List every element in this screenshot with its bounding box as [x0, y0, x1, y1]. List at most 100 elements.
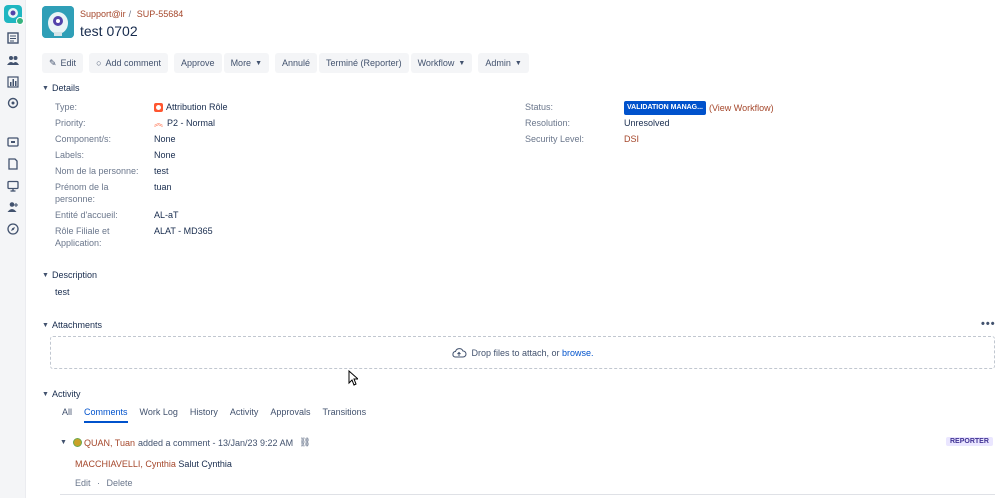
priority-value: ︽ P2 - Normal	[154, 117, 215, 129]
add-comment-label: Add comment	[105, 58, 162, 68]
issue-title[interactable]: test 0702	[80, 23, 138, 39]
app-logo[interactable]	[4, 5, 24, 25]
approve-label: Approve	[181, 58, 215, 68]
tab-history[interactable]: History	[190, 407, 218, 423]
divider	[60, 494, 995, 495]
reports-icon[interactable]	[6, 75, 20, 89]
comment-mention[interactable]: MACCHIAVELLI, Cynthia	[75, 459, 176, 469]
attachment-dropzone[interactable]: Drop files to attach, or browse.	[50, 336, 995, 369]
issue-type-icon	[154, 102, 163, 112]
termine-label: Terminé (Reporter)	[326, 58, 402, 68]
tab-work-log[interactable]: Work Log	[140, 407, 178, 423]
comment-icon: ○	[96, 58, 102, 68]
chevron-down-icon: ▼	[514, 59, 522, 67]
breadcrumb-issue-key[interactable]: SUP-55684	[137, 9, 184, 19]
details-section-toggle[interactable]: ▼ Details	[42, 83, 80, 93]
components-label: Component/s:	[55, 134, 112, 144]
compass-icon[interactable]	[6, 222, 20, 236]
comment-edit-link[interactable]: Edit	[75, 478, 91, 488]
breadcrumb: Support@ir / SUP-55684	[80, 9, 183, 19]
mouse-cursor-icon	[348, 370, 358, 386]
chevron-down-icon: ▼	[42, 84, 49, 92]
approve-button[interactable]: Approve	[174, 53, 222, 73]
comment-delete-link[interactable]: Delete	[107, 478, 133, 488]
workflow-button[interactable]: Workflow ▼	[410, 53, 473, 73]
annule-label: Annulé	[282, 58, 311, 68]
chevron-down-icon: ▼	[255, 59, 263, 67]
add-user-icon[interactable]	[6, 200, 20, 214]
security-level-value: DSI	[624, 134, 640, 144]
view-workflow-link[interactable]: (View Workflow)	[709, 102, 774, 114]
breadcrumb-project[interactable]: Support@ir	[80, 9, 126, 19]
priority-label: Priority:	[55, 118, 86, 128]
monitor-icon[interactable]	[6, 179, 20, 193]
nom-value: test	[154, 166, 169, 176]
description-section-toggle[interactable]: ▼ Description	[42, 270, 97, 280]
status-value: VALIDATION MANAG... (View Workflow)	[624, 101, 774, 115]
workflow-label: Workflow	[417, 58, 455, 68]
robot-avatar-icon	[42, 6, 74, 38]
annule-button[interactable]: Annulé	[275, 53, 318, 73]
project-avatar[interactable]	[42, 6, 74, 38]
settings-icon[interactable]	[6, 96, 20, 110]
queue-icon[interactable]	[6, 135, 20, 149]
comment-author[interactable]: QUAN, Tuan	[84, 438, 135, 448]
role-value: ALAT - MD365	[154, 226, 213, 236]
activity-section-toggle[interactable]: ▼ Activity	[42, 389, 81, 399]
description-text[interactable]: test	[55, 286, 70, 298]
type-value: Attribution Rôle	[154, 101, 228, 113]
global-sidebar	[0, 0, 26, 498]
details-heading: Details	[52, 83, 80, 93]
link-icon[interactable]: ⛓	[299, 437, 310, 448]
drop-files-text: Drop files to attach, or	[471, 347, 563, 358]
chevron-down-icon: ▼	[42, 321, 49, 329]
edit-button-label: Edit	[60, 58, 77, 68]
admin-button[interactable]: Admin ▼	[478, 53, 529, 73]
activity-tabs: All Comments Work Log History Activity A…	[62, 407, 378, 423]
attachments-more-icon[interactable]: •••	[981, 318, 996, 330]
termine-reporter-button[interactable]: Terminé (Reporter)	[319, 53, 409, 73]
tab-transitions[interactable]: Transitions	[322, 407, 366, 423]
more-label: More	[230, 58, 252, 68]
entite-value: AL-aT	[154, 210, 179, 220]
resolution-value: Unresolved	[624, 118, 670, 128]
page-icon[interactable]	[6, 157, 20, 171]
issues-icon[interactable]	[6, 31, 20, 45]
nom-label: Nom de la personne:	[55, 166, 139, 176]
priority-up-icon: ︽	[154, 118, 164, 128]
status-lozenge[interactable]: VALIDATION MANAG...	[624, 101, 706, 115]
comment-actions-separator: ·	[97, 478, 101, 488]
components-value: None	[154, 134, 176, 144]
tab-activity[interactable]: Activity	[230, 407, 259, 423]
role-label: Rôle Filiale et Application:	[55, 226, 110, 248]
edit-button[interactable]: ✎ Edit	[42, 53, 84, 73]
pencil-icon: ✎	[49, 57, 57, 68]
prenom-value: tuan	[154, 182, 172, 192]
breadcrumb-separator: /	[128, 9, 132, 19]
users-icon[interactable]	[6, 53, 20, 67]
admin-label: Admin	[485, 58, 511, 68]
issue-toolbar: ✎ Edit ○ Add comment Approve More ▼ Annu…	[42, 53, 531, 73]
tab-all[interactable]: All	[62, 407, 72, 423]
labels-label: Labels:	[55, 150, 85, 160]
labels-value: None	[154, 150, 176, 160]
tab-approvals[interactable]: Approvals	[270, 407, 310, 423]
priority-value-text: P2 - Normal	[167, 118, 216, 128]
attachments-section-toggle[interactable]: ▼ Attachments	[42, 320, 102, 330]
browse-link[interactable]: browse.	[562, 348, 594, 358]
status-label: Status:	[525, 102, 554, 112]
comment-meta: added a comment - 13/Jan/23 9:22 AM	[137, 437, 294, 448]
description-heading: Description	[52, 270, 98, 280]
cloud-upload-icon	[452, 347, 467, 357]
comment-header: ▼ QUAN, Tuan added a comment - 13/Jan/23…	[60, 437, 311, 448]
add-comment-button[interactable]: ○ Add comment	[89, 53, 169, 73]
more-button[interactable]: More ▼	[223, 53, 270, 73]
online-status-icon	[16, 17, 24, 25]
chevron-down-icon[interactable]: ▼	[60, 439, 67, 446]
type-value-text: Attribution Rôle	[166, 102, 228, 112]
tab-comments[interactable]: Comments	[84, 407, 128, 423]
chevron-down-icon: ▼	[458, 59, 466, 67]
entite-label: Entité d'accueil:	[55, 210, 118, 220]
activity-heading: Activity	[52, 389, 81, 399]
comment-actions: Edit · Delete	[75, 478, 133, 488]
